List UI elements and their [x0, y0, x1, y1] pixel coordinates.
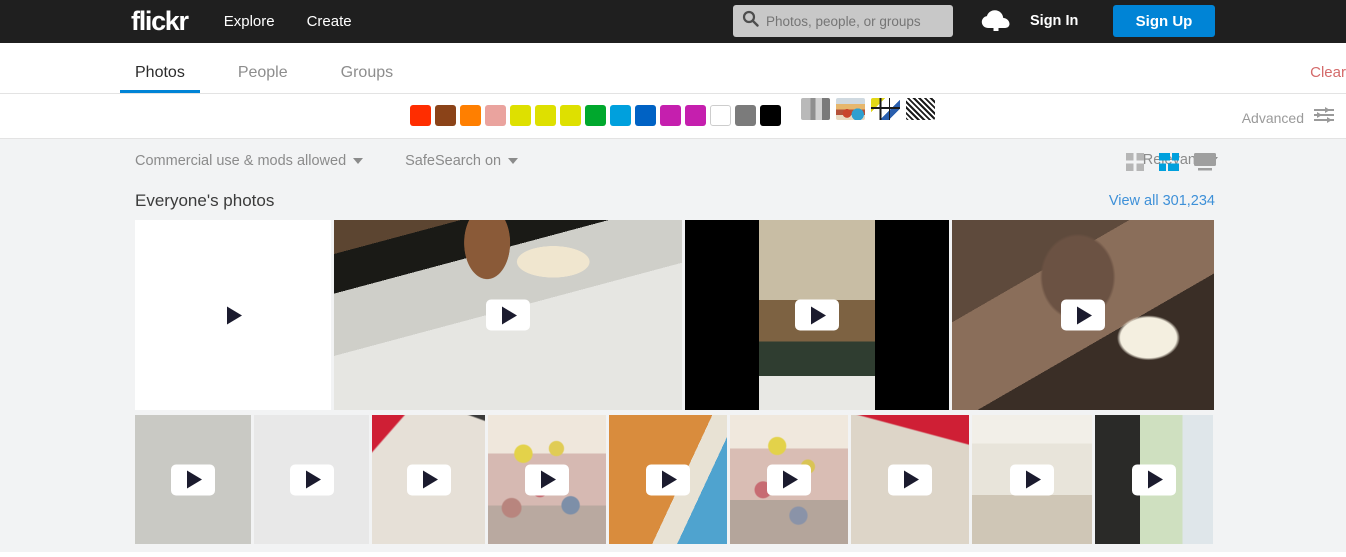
- color-swatch-list: [410, 105, 781, 126]
- color-swatch-black[interactable]: [760, 105, 781, 126]
- color-swatch-cyan[interactable]: [610, 105, 631, 126]
- photo-tile-spider-web[interactable]: [135, 415, 251, 544]
- color-swatch-gray[interactable]: [735, 105, 756, 126]
- photo-tile-sculpture[interactable]: [254, 415, 369, 544]
- style-swatch-pattern-grid[interactable]: [871, 98, 900, 120]
- view-all-link[interactable]: View all 301,234: [1109, 193, 1215, 209]
- color-swatch-white[interactable]: [710, 105, 731, 126]
- license-filter-label: Commercial use & mods allowed: [135, 152, 347, 169]
- play-icon: [406, 464, 451, 495]
- view-grid-icon[interactable]: [1126, 153, 1144, 176]
- safesearch-filter-dropdown[interactable]: SafeSearch on: [405, 152, 519, 169]
- chevron-down-icon: [508, 157, 519, 164]
- nav-link-explore[interactable]: Explore: [224, 13, 275, 30]
- play-icon: [888, 464, 932, 495]
- play-icon: [525, 464, 569, 495]
- sliders-icon: [1313, 107, 1335, 128]
- style-swatch-photo[interactable]: [836, 98, 865, 120]
- flickr-logo[interactable]: flickr: [131, 8, 189, 35]
- view-justified-icon[interactable]: [1159, 153, 1179, 176]
- page-title: Everyone's photos: [135, 191, 275, 210]
- nav-link-create[interactable]: Create: [307, 13, 352, 30]
- sign-up-button[interactable]: Sign Up: [1113, 5, 1215, 37]
- advanced-search-button[interactable]: Advanced: [1242, 107, 1335, 128]
- play-icon: [1010, 464, 1054, 495]
- photo-grid-row-2: [0, 415, 1346, 544]
- play-icon: [486, 299, 530, 331]
- search-icon: [742, 10, 759, 32]
- results-section-header: Everyone's photos View all 301,234: [0, 182, 1346, 220]
- photo-tile-hands-pottery[interactable]: [334, 220, 682, 410]
- advanced-label: Advanced: [1241, 109, 1304, 126]
- color-swatch-blue[interactable]: [635, 105, 656, 126]
- license-filter-dropdown[interactable]: Commercial use & mods allowed: [135, 152, 364, 169]
- play-icon: [171, 464, 215, 495]
- color-swatch-yellow-3[interactable]: [560, 105, 581, 126]
- color-swatch-brown[interactable]: [435, 105, 456, 126]
- style-filter-list: [801, 98, 935, 120]
- safesearch-filter-label: SafeSearch on: [405, 152, 502, 169]
- chevron-down-icon: [353, 157, 364, 164]
- color-swatch-orange[interactable]: [460, 105, 481, 126]
- top-header-bar: flickr Explore Create Sign In Sign Up: [0, 0, 1346, 43]
- color-swatch-green[interactable]: [585, 105, 606, 126]
- color-swatch-magenta-1[interactable]: [660, 105, 681, 126]
- play-icon: [211, 300, 255, 331]
- photo-grid-row-1: [0, 220, 1346, 410]
- color-swatch-magenta-2[interactable]: [685, 105, 706, 126]
- view-slideshow-icon[interactable]: [1194, 153, 1216, 176]
- photo-tile-street-palms[interactable]: [1095, 415, 1213, 544]
- style-swatch-shallow-depth[interactable]: [801, 98, 830, 120]
- color-filter-bar: Advanced: [0, 94, 1346, 138]
- photo-tile-workshop-room[interactable]: [685, 220, 949, 410]
- sign-in-button[interactable]: Sign In: [1030, 13, 1078, 29]
- view-mode-switcher: [1126, 153, 1216, 176]
- photo-tile-gallery-hall[interactable]: [972, 415, 1092, 544]
- search-tabs: Photos People Groups Clear: [0, 43, 1346, 93]
- style-swatch-black-and-white[interactable]: [906, 98, 935, 120]
- results-content: Everyone's photos View all 301,234: [0, 182, 1346, 552]
- tab-photos[interactable]: Photos: [120, 64, 200, 93]
- play-icon: [1061, 299, 1105, 331]
- tab-groups[interactable]: Groups: [341, 64, 393, 93]
- color-swatch-salmon[interactable]: [485, 105, 506, 126]
- search-input[interactable]: [766, 13, 936, 29]
- play-icon: [767, 464, 811, 495]
- photo-tile-mosaic-stones[interactable]: [730, 415, 848, 544]
- tab-people[interactable]: People: [238, 64, 288, 93]
- color-swatch-yellow-2[interactable]: [535, 105, 556, 126]
- photo-tile-blank-video[interactable]: [135, 220, 331, 410]
- search-box[interactable]: [733, 5, 953, 37]
- photo-tile-red-bunting[interactable]: [372, 415, 485, 544]
- play-icon: [646, 464, 690, 495]
- play-icon: [289, 464, 334, 495]
- color-swatch-red[interactable]: [410, 105, 431, 126]
- cloud-upload-icon[interactable]: [981, 9, 1011, 38]
- photo-tile-red-flags[interactable]: [851, 415, 969, 544]
- photo-tile-orange-abstract[interactable]: [609, 415, 727, 544]
- photo-tile-portrait-face[interactable]: [952, 220, 1214, 410]
- result-filter-bar: Commercial use & mods allowed SafeSearch…: [0, 138, 1346, 182]
- play-icon: [795, 299, 839, 331]
- clear-filters-link[interactable]: Clear: [1310, 64, 1346, 81]
- photo-tile-mosaic-floor[interactable]: [488, 415, 606, 544]
- play-icon: [1132, 464, 1176, 495]
- color-swatch-yellow-1[interactable]: [510, 105, 531, 126]
